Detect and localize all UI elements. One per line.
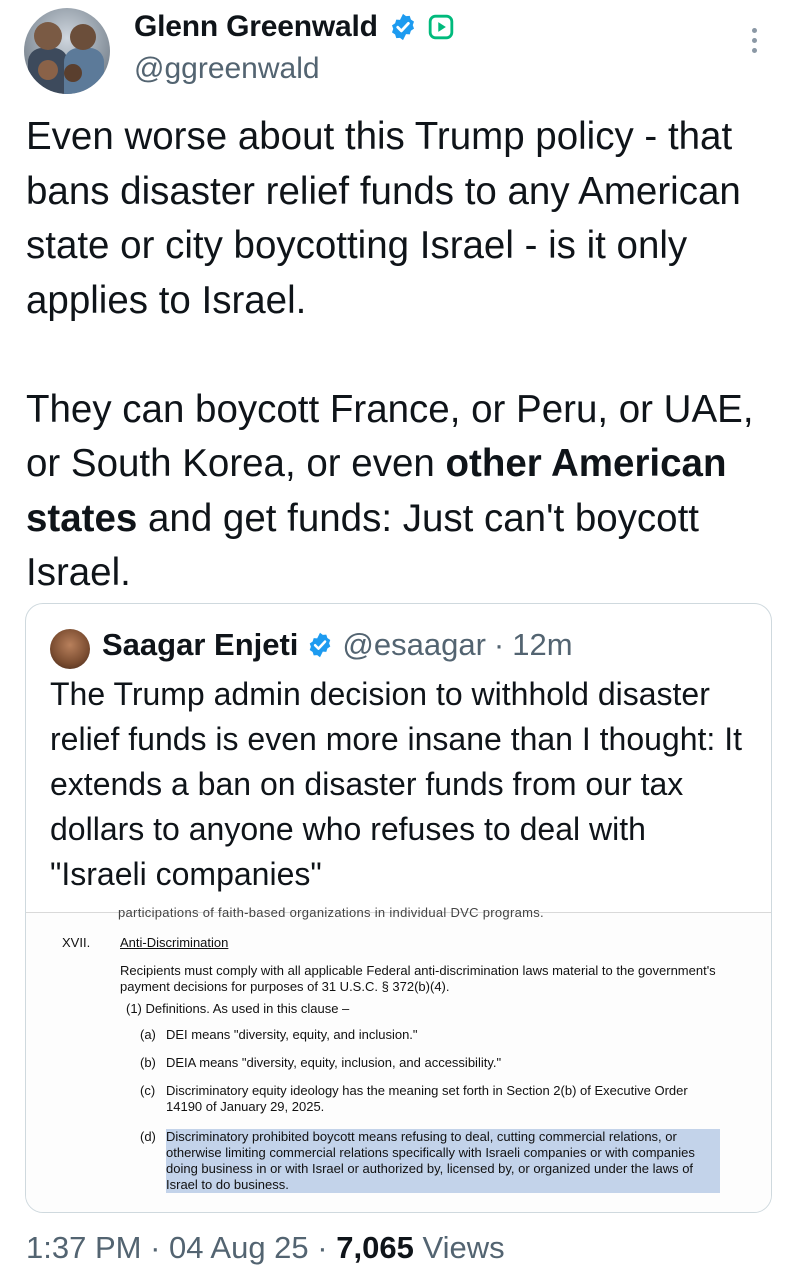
more-dot: [751, 28, 757, 33]
quoted-author-row: Saagar Enjeti @esaagar · 12m: [102, 627, 573, 663]
doc-definition-item: (d) Discriminatory prohibited boycott me…: [140, 1129, 720, 1193]
doc-item-label: (a): [140, 1027, 156, 1042]
quoted-author-handle[interactable]: @esaagar: [342, 627, 486, 663]
author-name[interactable]: Glenn Greenwald: [134, 10, 378, 44]
more-dot: [751, 48, 757, 53]
doc-definition-item: (b) DEIA means "diversity, equity, inclu…: [140, 1055, 720, 1071]
doc-highlighted-text: Discriminatory prohibited boycott means …: [166, 1129, 720, 1193]
doc-item-label: (b): [140, 1055, 156, 1070]
quoted-timestamp[interactable]: 12m: [512, 627, 572, 663]
avatar-figure: [70, 24, 96, 50]
verified-badge-icon: [310, 632, 331, 658]
author-avatar[interactable]: [24, 8, 110, 94]
tweet-text: Even worse about this Trump policy - tha…: [26, 110, 771, 601]
tweet-text-part: Even worse about this Trump policy - tha…: [26, 115, 754, 485]
quoted-tweet-text: The Trump admin decision to withhold dis…: [50, 676, 742, 892]
more-options-icon[interactable]: [742, 28, 766, 58]
meta-separator: ·: [150, 1230, 161, 1265]
verified-badge-icon[interactable]: [388, 12, 418, 42]
quoted-author-avatar[interactable]: [50, 629, 90, 669]
meta-separator: ·: [493, 627, 505, 662]
quoted-author-name[interactable]: Saagar Enjeti: [102, 627, 298, 663]
author-name-row: Glenn Greenwald: [134, 10, 454, 44]
doc-item-text: Discriminatory equity ideology has the m…: [166, 1083, 688, 1114]
author-handle[interactable]: @ggreenwald: [134, 52, 320, 86]
more-dot: [751, 38, 757, 43]
doc-definition-item: (c) Discriminatory equity ideology has t…: [140, 1083, 720, 1115]
doc-item-text: DEI means "diversity, equity, and inclus…: [166, 1027, 418, 1042]
tweet-time[interactable]: 1:37 PM: [26, 1230, 141, 1265]
doc-definitions-intro: (1) Definitions. As used in this clause …: [126, 1001, 350, 1016]
doc-cut-line: participations of faith-based organizati…: [118, 905, 544, 920]
doc-item-label: (c): [140, 1083, 156, 1098]
doc-section-title: Anti-Discrimination: [120, 935, 229, 950]
tweet-footer: 1:37 PM · 04 Aug 25 · 7,065 Views: [26, 1230, 505, 1266]
meta-separator: ·: [317, 1230, 328, 1265]
avatar-figure: [34, 22, 62, 50]
quoted-tweet[interactable]: Saagar Enjeti @esaagar · 12m The Trump a…: [25, 603, 772, 1213]
views-count[interactable]: 7,065: [336, 1230, 414, 1265]
tweet-header: Glenn Greenwald @ggreenwald: [0, 0, 795, 100]
tweet-date[interactable]: 04 Aug 25: [169, 1230, 309, 1265]
doc-paragraph: Recipients must comply with all applicab…: [120, 963, 716, 994]
doc-section-number: XVII.: [62, 935, 91, 950]
doc-definition-item: (a) DEI means "diversity, equity, and in…: [140, 1027, 720, 1043]
views-label: Views: [422, 1230, 505, 1265]
subscription-badge-icon[interactable]: [428, 14, 454, 40]
avatar-figure: [38, 60, 58, 80]
document-image[interactable]: participations of faith-based organizati…: [26, 905, 771, 1212]
doc-item-label: (d): [140, 1129, 156, 1144]
avatar-figure: [64, 64, 82, 82]
doc-item-text: DEIA means "diversity, equity, inclusion…: [166, 1055, 502, 1070]
